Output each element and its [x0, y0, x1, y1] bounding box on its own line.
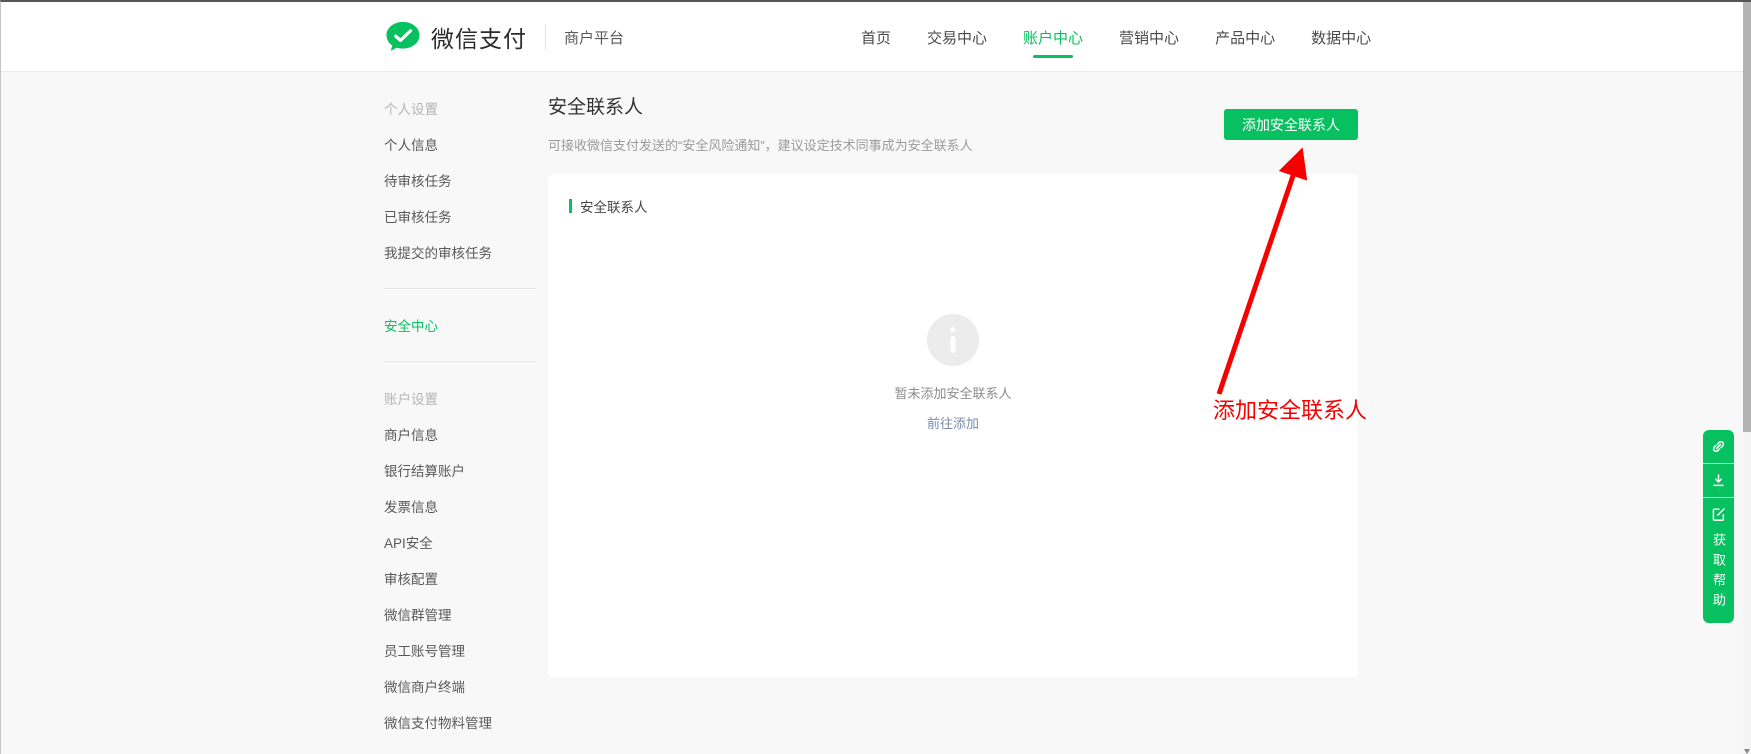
wechat-pay-icon	[384, 20, 422, 54]
section-marker	[569, 199, 572, 213]
go-to-add-link[interactable]: 前往添加	[927, 413, 979, 432]
help-toolbar: 获取帮助	[1703, 430, 1734, 623]
link-button[interactable]	[1703, 430, 1734, 463]
page: 微信支付 商户平台 首页 交易中心 账户中心 营销中心 产品中心 数据中心 个人…	[0, 0, 1751, 754]
sidebar-group-personal-settings: 个人设置	[384, 90, 536, 126]
nav-home[interactable]: 首页	[861, 2, 891, 72]
annotation-label: 添加安全联系人	[1213, 393, 1367, 425]
download-button[interactable]	[1703, 463, 1734, 497]
section-title: 安全联系人	[580, 196, 648, 216]
logo-divider	[545, 24, 546, 50]
sidebar-item-security-center[interactable]: 安全中心	[384, 307, 536, 343]
add-security-contact-button[interactable]: 添加安全联系人	[1224, 109, 1358, 140]
link-icon	[1710, 438, 1727, 455]
nav-marketing-center[interactable]: 营销中心	[1119, 2, 1179, 72]
sidebar-item-personal-info[interactable]: 个人信息	[384, 126, 536, 162]
divider	[384, 361, 536, 362]
sidebar-group-account-settings: 账户设置	[384, 380, 536, 416]
nav-product-center[interactable]: 产品中心	[1215, 2, 1275, 72]
sidebar-item-pending-review-tasks[interactable]: 待审核任务	[384, 162, 536, 198]
sidebar-item-wechat-pay-material-management[interactable]: 微信支付物料管理	[384, 704, 536, 740]
portal-name: 商户平台	[564, 27, 624, 48]
top-header: 微信支付 商户平台 首页 交易中心 账户中心 营销中心 产品中心 数据中心	[1, 2, 1744, 72]
nav-data-center[interactable]: 数据中心	[1311, 2, 1371, 72]
nav-account-center[interactable]: 账户中心	[1023, 2, 1083, 72]
sidebar-item-review-config[interactable]: 审核配置	[384, 560, 536, 596]
sidebar-item-invoice-info[interactable]: 发票信息	[384, 488, 536, 524]
edit-icon	[1710, 506, 1727, 523]
scrollbar[interactable]	[1743, 2, 1751, 754]
empty-message: 暂未添加安全联系人	[894, 383, 1011, 402]
info-icon	[927, 314, 979, 366]
sidebar-item-my-submitted-tasks[interactable]: 我提交的审核任务	[384, 234, 536, 270]
sidebar-item-bank-settlement-account[interactable]: 银行结算账户	[384, 452, 536, 488]
sidebar-item-api-security[interactable]: API安全	[384, 524, 536, 560]
sidebar-item-reviewed-tasks[interactable]: 已审核任务	[384, 198, 536, 234]
card-header: 安全联系人	[548, 174, 1358, 216]
nav-transaction-center[interactable]: 交易中心	[927, 2, 987, 72]
security-contact-card: 安全联系人 暂未添加安全联系人 前往添加	[548, 174, 1358, 677]
sidebar-item-staff-account-management[interactable]: 员工账号管理	[384, 632, 536, 668]
top-nav: 首页 交易中心 账户中心 营销中心 产品中心 数据中心	[861, 2, 1371, 72]
scrollbar-down-arrow[interactable]	[1744, 749, 1750, 754]
brand-name: 微信支付	[431, 20, 527, 54]
logo[interactable]: 微信支付 商户平台	[384, 2, 624, 72]
sidebar-item-wechat-merchant-terminal[interactable]: 微信商户终端	[384, 668, 536, 704]
main-content: 安全联系人 可接收微信支付发送的“安全风险通知”，建议设定技术同事成为安全联系人…	[548, 74, 1358, 154]
sidebar: 个人设置 个人信息 待审核任务 已审核任务 我提交的审核任务 安全中心 账户设置…	[384, 90, 536, 754]
sidebar-item-wechat-group-management[interactable]: 微信群管理	[384, 596, 536, 632]
get-help-button[interactable]: 获取帮助	[1703, 497, 1734, 623]
get-help-label: 获取帮助	[1709, 533, 1728, 615]
scrollbar-thumb[interactable]	[1743, 2, 1751, 432]
sidebar-item-merchant-info[interactable]: 商户信息	[384, 416, 536, 452]
download-icon	[1710, 472, 1727, 489]
divider	[384, 288, 536, 289]
